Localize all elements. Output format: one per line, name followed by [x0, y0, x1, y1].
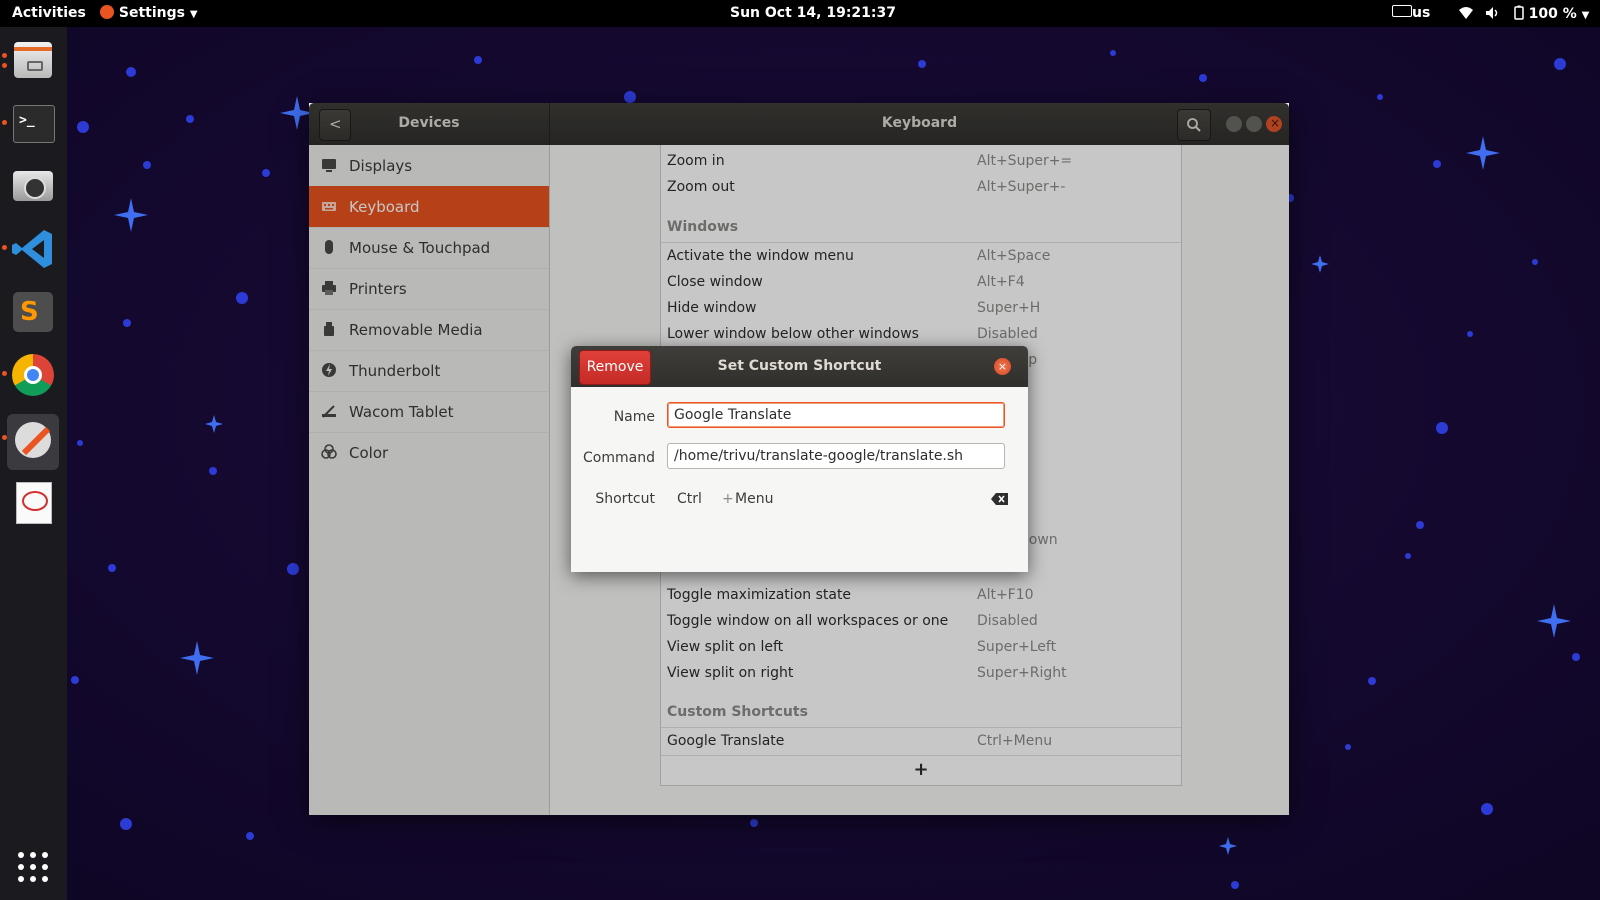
chevron-down-icon: ▼ — [1581, 10, 1590, 21]
set-custom-shortcut-dialog: Remove Set Custom Shortcut × Name Comman… — [571, 346, 1028, 572]
top-bar: Activities Settings ▼ Sun Oct 14, 19:21:… — [0, 0, 1600, 27]
backspace-icon — [991, 493, 1008, 505]
shortcut-label: Shortcut — [595, 491, 655, 507]
clear-shortcut-button[interactable] — [991, 492, 1009, 506]
chrome-icon[interactable] — [8, 350, 58, 400]
name-field[interactable] — [667, 402, 1005, 428]
vscode-icon[interactable] — [8, 224, 58, 274]
dock: >_ S — [0, 27, 67, 900]
dialog-close-button[interactable]: × — [994, 358, 1011, 375]
shortcut-plus: + — [722, 491, 734, 507]
running-indicator — [2, 63, 7, 68]
clock[interactable]: Sun Oct 14, 19:21:37 — [730, 5, 896, 21]
keyboard-layout-label: us — [1412, 5, 1431, 21]
dialog-header: Remove Set Custom Shortcut × — [571, 346, 1028, 387]
command-field[interactable] — [667, 443, 1005, 469]
volume-icon — [1485, 7, 1498, 19]
show-applications-icon[interactable] — [16, 850, 50, 884]
app-menu-label: Settings — [118, 5, 185, 21]
running-indicator — [2, 53, 7, 58]
app-menu[interactable]: Settings ▼ — [100, 5, 198, 21]
settings-app-icon — [100, 5, 114, 19]
settings-tools-icon[interactable] — [7, 414, 59, 470]
files-icon[interactable] — [8, 35, 58, 85]
keyboard-layout-indicator[interactable]: us — [1392, 5, 1430, 21]
command-label: Command — [583, 450, 655, 466]
battery-icon — [1514, 5, 1524, 20]
close-icon: × — [997, 360, 1008, 373]
sublime-text-icon[interactable]: S — [8, 287, 58, 337]
document-viewer-icon[interactable] — [8, 477, 58, 527]
shortcut-display[interactable]: Ctrl + Menu — [677, 491, 977, 511]
shortcut-key: Ctrl — [677, 491, 702, 507]
chevron-down-icon: ▼ — [189, 9, 198, 20]
running-indicator — [2, 371, 7, 376]
system-status-menu[interactable]: 100 % ▼ — [1458, 5, 1589, 22]
running-indicator — [2, 245, 7, 250]
terminal-icon[interactable]: >_ — [8, 98, 58, 148]
wifi-icon — [1459, 7, 1473, 19]
shortcut-key: Menu — [735, 491, 774, 507]
keyboard-icon — [1392, 5, 1412, 17]
name-label: Name — [613, 409, 655, 425]
battery-percent: 100 % — [1528, 6, 1577, 22]
running-indicator — [2, 120, 7, 125]
activities-button[interactable]: Activities — [12, 5, 86, 21]
camera-icon[interactable] — [8, 161, 58, 211]
dialog-title: Set Custom Shortcut — [717, 358, 882, 374]
